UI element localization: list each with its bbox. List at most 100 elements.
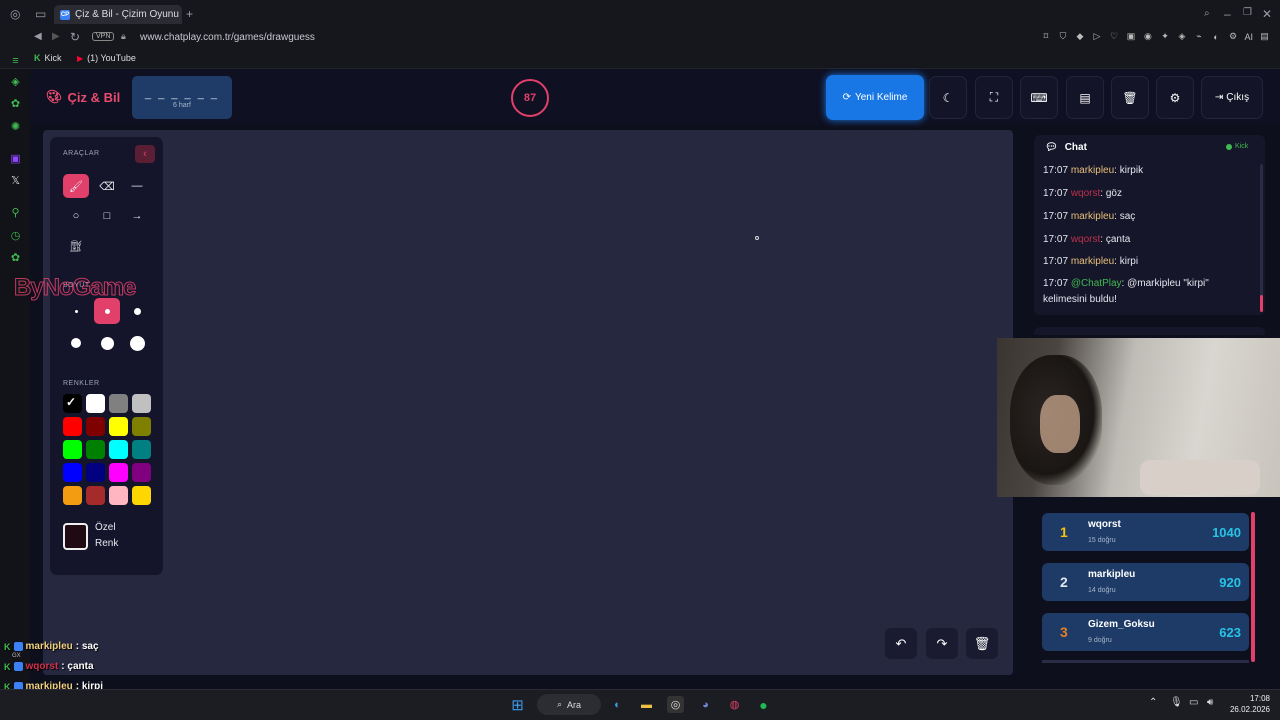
- size-option-6[interactable]: [124, 330, 150, 356]
- custom-color-picker[interactable]: Özel Renk: [63, 520, 118, 552]
- color-swatch[interactable]: [63, 440, 82, 459]
- shield-icon[interactable]: ⛉: [1057, 31, 1068, 42]
- bookmark-icon[interactable]: ◆: [1074, 31, 1085, 42]
- extension-icon[interactable]: ◈: [1176, 31, 1187, 42]
- edge-icon[interactable]: ◐: [609, 696, 626, 713]
- color-swatch[interactable]: [132, 394, 151, 413]
- dark-mode-button[interactable]: ☾: [929, 76, 967, 119]
- file-explorer-icon[interactable]: ▬: [638, 696, 655, 713]
- vpn-badge[interactable]: VPN: [92, 32, 115, 41]
- fill-tool[interactable]: ⛽︎: [63, 234, 89, 258]
- reload-button[interactable]: ↻: [70, 30, 80, 44]
- network-icon[interactable]: ▭: [1189, 697, 1198, 708]
- x-icon[interactable]: 𝕏: [9, 174, 22, 187]
- sidebar-app-icon[interactable]: ◷: [9, 229, 22, 242]
- color-swatch[interactable]: [109, 463, 128, 482]
- new-tab-button[interactable]: +: [186, 7, 193, 21]
- volume-icon[interactable]: 🔊︎: [1207, 697, 1213, 708]
- rectangle-tool[interactable]: □: [94, 204, 120, 228]
- arrow-tool[interactable]: →: [124, 204, 150, 228]
- profile-icon[interactable]: ◐: [1210, 31, 1221, 42]
- discord-icon[interactable]: ◕: [697, 696, 714, 713]
- color-swatch[interactable]: [63, 463, 82, 482]
- keyboard-button[interactable]: ⌨: [1020, 76, 1058, 119]
- extension-icon[interactable]: ⌁: [1193, 31, 1204, 42]
- color-swatch[interactable]: [63, 486, 82, 505]
- microphone-icon[interactable]: 🎙︎: [1170, 697, 1183, 708]
- size-option-4[interactable]: [63, 330, 89, 356]
- extension-icon[interactable]: ✦: [1159, 31, 1170, 42]
- sidebar-menu-icon[interactable]: ≡: [9, 54, 22, 67]
- bookmark-kick[interactable]: K Kick: [34, 53, 62, 63]
- drawing-canvas[interactable]: [43, 130, 1013, 675]
- lock-icon[interactable]: 🔒︎: [121, 31, 126, 42]
- search-icon[interactable]: ⌕: [1204, 8, 1210, 19]
- sidebar-app-icon[interactable]: ✿: [9, 251, 22, 264]
- chat-input-area[interactable]: [1034, 327, 1265, 335]
- browser-tab[interactable]: CP Çiz & Bil - Çizim Oyunu: [54, 5, 182, 24]
- clear-canvas-button[interactable]: 🗑︎: [966, 628, 998, 659]
- sidebar-toggle-icon[interactable]: ▤: [1259, 31, 1270, 42]
- restore-button[interactable]: ❐: [1243, 7, 1252, 18]
- color-swatch[interactable]: [86, 486, 105, 505]
- minimize-button[interactable]: –: [1224, 7, 1231, 21]
- color-swatch[interactable]: [86, 417, 105, 436]
- color-swatch[interactable]: [86, 440, 105, 459]
- color-swatch[interactable]: [132, 440, 151, 459]
- opera-gx-icon[interactable]: ◎: [667, 696, 684, 713]
- undo-button[interactable]: ↶: [885, 628, 917, 659]
- line-tool[interactable]: —: [124, 174, 150, 198]
- collapse-panel-button[interactable]: ‹: [135, 145, 155, 163]
- app-logo[interactable]: 🎨︎ Çiz & Bil: [46, 89, 120, 105]
- size-option-5[interactable]: [94, 330, 120, 356]
- taskbar-clock[interactable]: 17:08 26.02.2026: [1228, 693, 1270, 715]
- extension-icon[interactable]: ◉: [1142, 31, 1153, 42]
- tab-manager-icon[interactable]: ▭: [35, 7, 46, 21]
- sidebar-app-icon[interactable]: ✿: [9, 97, 22, 110]
- sidebar-app-icon[interactable]: ⚲: [9, 206, 22, 219]
- redo-button[interactable]: ↷: [926, 628, 958, 659]
- ai-button[interactable]: AI: [1244, 31, 1253, 42]
- size-option-2[interactable]: [94, 298, 120, 324]
- taskbar-search[interactable]: ⌕ Ara: [537, 694, 601, 715]
- color-swatch[interactable]: [63, 417, 82, 436]
- extension-icon[interactable]: ▣: [1125, 31, 1136, 42]
- heart-icon[interactable]: ♡: [1108, 31, 1119, 42]
- url-field[interactable]: www.chatplay.com.tr/games/drawguess: [140, 32, 315, 43]
- close-window-button[interactable]: ✕: [1262, 7, 1272, 21]
- chevron-up-icon[interactable]: ⌃: [1149, 697, 1157, 708]
- exit-button[interactable]: ⇥ Çıkış: [1201, 76, 1263, 119]
- forward-button[interactable]: ▶: [52, 31, 60, 42]
- extension-icon[interactable]: ⚙: [1227, 31, 1238, 42]
- color-swatch[interactable]: [86, 394, 105, 413]
- color-swatch[interactable]: [109, 486, 128, 505]
- color-swatch[interactable]: [109, 440, 128, 459]
- archive-button[interactable]: ▤: [1066, 76, 1104, 119]
- chat-scrollbar[interactable]: [1260, 164, 1263, 312]
- pin-icon[interactable]: ⌑: [1040, 31, 1051, 42]
- settings-button[interactable]: ⚙: [1156, 76, 1194, 119]
- spotify-icon[interactable]: ●: [755, 696, 772, 713]
- windows-start-icon[interactable]: ⊞: [509, 696, 526, 714]
- eraser-tool[interactable]: ⌫: [94, 174, 120, 198]
- brush-tool[interactable]: 🖌︎: [63, 174, 89, 198]
- new-word-button[interactable]: ⟳ Yeni Kelime: [826, 75, 924, 120]
- size-option-1[interactable]: [63, 298, 89, 324]
- color-swatch[interactable]: [109, 394, 128, 413]
- browser-logo-icon[interactable]: ◎: [10, 7, 20, 21]
- play-icon[interactable]: ▷: [1091, 31, 1102, 42]
- twitch-icon[interactable]: ▣: [9, 152, 22, 165]
- leaderboard-scrollbar[interactable]: [1251, 512, 1255, 662]
- color-swatch[interactable]: [86, 463, 105, 482]
- size-option-3[interactable]: [124, 298, 150, 324]
- bookmark-youtube[interactable]: ▶ (1) YouTube: [77, 53, 136, 63]
- color-swatch[interactable]: [132, 486, 151, 505]
- sidebar-app-icon[interactable]: ◈: [9, 75, 22, 88]
- chat-scroll-thumb[interactable]: [1260, 295, 1263, 312]
- app-icon[interactable]: ◍: [726, 696, 743, 713]
- circle-tool[interactable]: ○: [63, 204, 89, 228]
- back-button[interactable]: ◀: [34, 31, 42, 42]
- clear-button[interactable]: 🗑︎: [1111, 76, 1149, 119]
- color-swatch[interactable]: [109, 417, 128, 436]
- color-swatch[interactable]: [132, 417, 151, 436]
